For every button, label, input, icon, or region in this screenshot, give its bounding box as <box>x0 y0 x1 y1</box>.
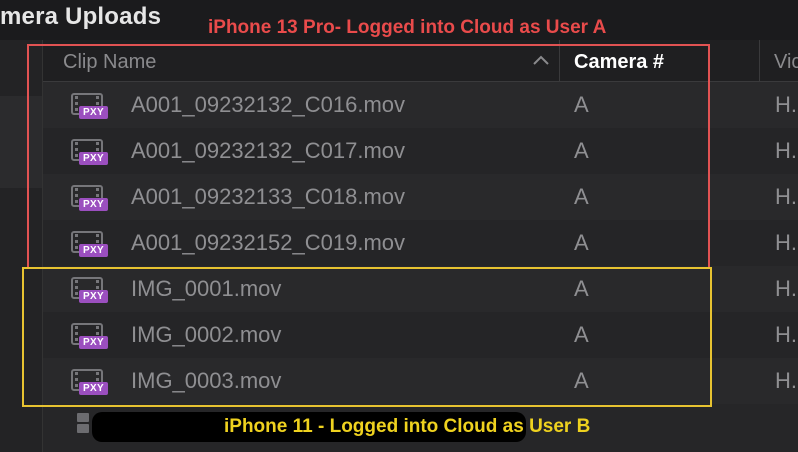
video-cell: H. <box>775 230 797 255</box>
bin-title: mera Uploads <box>0 3 162 30</box>
clip-icon <box>77 413 89 433</box>
video-cell: H. <box>775 138 797 163</box>
video-cell: H. <box>775 276 797 301</box>
group-b-highlight <box>22 267 712 407</box>
video-cell: H. <box>775 368 797 393</box>
column-header-video[interactable]: Vic <box>759 40 798 82</box>
video-cell: H. <box>775 184 797 209</box>
video-cell: H. <box>775 322 797 347</box>
group-a-highlight <box>27 44 710 269</box>
video-cell: H. <box>775 92 797 117</box>
group-b-annotation: iPhone 11 - Logged into Cloud as User B <box>224 416 591 437</box>
group-a-annotation: iPhone 13 Pro- Logged into Cloud as User… <box>208 17 607 38</box>
